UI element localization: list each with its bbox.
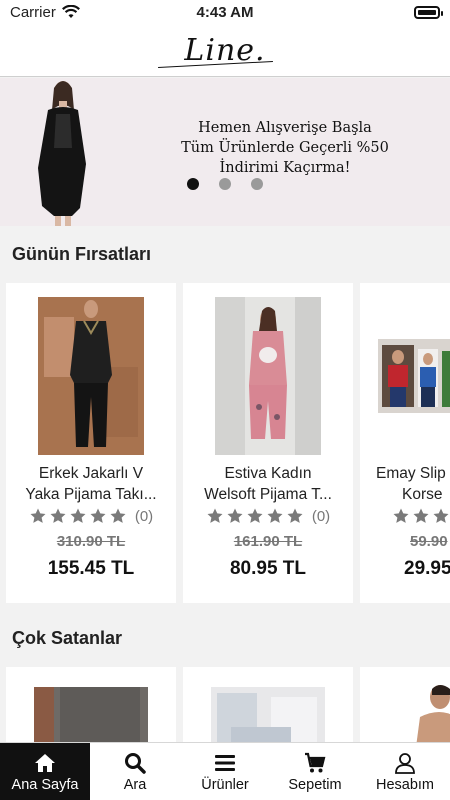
star-icon [393,508,409,523]
product-image [215,297,321,455]
star-icon [227,508,243,523]
deals-product-row: Erkek Jakarlı V Yaka Pijama Takı... (0) … [6,283,450,603]
battery-icon [414,5,443,19]
banner-line-1: Hemen Alışverişe Başla [198,120,372,136]
product-card[interactable] [183,667,353,747]
product-name-line-2: Welsoft Pijama T... [204,486,332,503]
banner-text: Hemen Alışverişe Başla Tüm Ürünlerde Geç… [150,118,420,178]
menu-icon [215,754,235,771]
product-card[interactable] [360,667,450,747]
product-rating: (0) [6,507,176,525]
banner-line-2: Tüm Ürünlerde Geçerli %50 [181,140,389,156]
tab-cart[interactable]: Sepetim [270,743,360,800]
old-price: 161.90 TL [233,533,303,550]
star-icon [433,508,449,523]
carrier-group: Carrier [10,4,80,21]
bottom-tab-bar: Ana Sayfa Ara Ürünler Sepetim Hesabım [0,742,450,800]
search-icon [125,752,146,774]
star-icon [247,508,263,523]
product-name-line-1: Emay Slip [376,465,446,482]
tab-label: Ana Sayfa [11,776,79,793]
star-icon [30,508,46,523]
product-name: Erkek Jakarlı V Yaka Pijama Takı... [10,463,172,505]
user-icon [395,752,415,774]
price: 80.95 TL [229,558,307,579]
product-name: Estiva Kadın Welsoft Pijama T... [187,463,349,505]
banner-line-3: İndirimi Kaçırma! [219,160,351,176]
product-name-line-2: Korse [402,486,443,503]
carousel-dot-1[interactable] [187,178,199,190]
product-name-line-1: Erkek Jakarlı V [38,465,144,482]
product-name: Emay Slip Korse [376,463,450,505]
status-bar: Carrier 4:43 AM [0,0,450,24]
star-icon [90,508,106,523]
tab-label: Sepetim [288,776,342,793]
rating-count: (0) [134,507,154,525]
tab-label: Ara [123,776,147,793]
product-name-line-1: Estiva Kadın [224,465,312,482]
price: 29.95 [404,558,450,579]
rating-count: (0) [311,507,331,525]
carousel-dot-2[interactable] [219,178,231,190]
tab-home[interactable]: Ana Sayfa [0,743,90,800]
product-image [34,687,148,747]
tab-search[interactable]: Ara [90,743,180,800]
app-header: Line. [0,24,450,77]
product-card[interactable]: Emay Slip Korse 59.90 29.95 [360,283,450,603]
star-icon [207,508,223,523]
tab-products[interactable]: Ürünler [180,743,270,800]
carousel-dots [187,178,263,190]
promo-banner[interactable]: Hemen Alışverişe Başla Tüm Ürünlerde Geç… [0,78,450,226]
star-icon [50,508,66,523]
carousel-dot-3[interactable] [251,178,263,190]
home-icon [35,753,55,772]
product-image [38,297,144,455]
product-image [211,687,325,747]
product-card[interactable] [6,667,176,747]
brand-logo[interactable]: Line. [184,33,265,68]
product-image [416,685,450,747]
price: 155.45 TL [47,558,135,579]
product-image [378,339,450,413]
cart-icon [305,752,326,772]
deals-section-title: Günün Fırsatları [12,244,152,264]
banner-model-image [38,81,86,226]
star-icon [287,508,303,523]
star-icon [413,508,429,523]
bestsellers-section-title: Çok Satanlar [12,628,123,648]
old-price: 310.90 TL [56,533,126,550]
wifi-icon [61,5,80,18]
product-card[interactable]: Estiva Kadın Welsoft Pijama T... (0) 161… [183,283,353,603]
tab-label: Hesabım [375,776,435,793]
bestsellers-product-row [6,667,450,747]
star-icon [267,508,283,523]
tab-account[interactable]: Hesabım [360,743,450,800]
star-icon [70,508,86,523]
carrier-label: Carrier [10,3,56,21]
product-card[interactable]: Erkek Jakarlı V Yaka Pijama Takı... (0) … [6,283,176,603]
product-rating [392,507,450,525]
product-rating: (0) [183,507,353,525]
product-name-line-2: Yaka Pijama Takı... [25,486,157,503]
tab-label: Ürünler [201,776,249,793]
old-price: 59.90 [410,533,448,550]
star-icon [110,508,126,523]
